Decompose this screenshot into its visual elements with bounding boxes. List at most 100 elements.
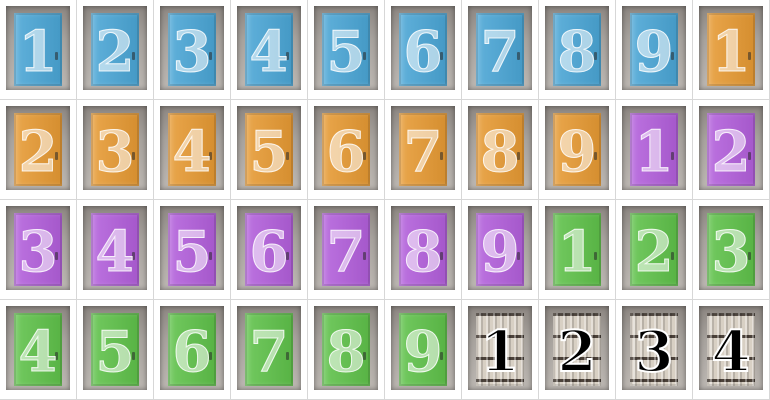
door-tile[interactable]: 3	[693, 200, 770, 300]
door-tile[interactable]: 4	[231, 0, 308, 100]
door-number: 3	[711, 219, 751, 286]
door-number: 9	[480, 219, 520, 286]
door-number: 4	[249, 19, 289, 86]
door-frame: 9	[545, 106, 609, 190]
door-number: 5	[249, 119, 289, 186]
door-number: 2	[634, 219, 674, 286]
door-tile[interactable]: 2	[77, 0, 154, 100]
door-frame: 7	[314, 206, 378, 290]
door-number: 4	[18, 319, 58, 386]
door-frame: 5	[160, 206, 224, 290]
door-tile[interactable]: 3	[0, 200, 77, 300]
door-number: 5	[95, 319, 135, 386]
door-number: 5	[172, 219, 212, 286]
door-tile[interactable]: 8	[385, 200, 462, 300]
door-tile[interactable]: 4	[0, 300, 77, 400]
door-number: 4	[172, 119, 212, 186]
door-number: 3	[634, 318, 675, 386]
door-number: 2	[18, 119, 58, 186]
door-number: 3	[172, 19, 212, 86]
door-frame: 4	[699, 306, 763, 390]
door-number: 9	[403, 319, 443, 386]
door-tile[interactable]: 9	[385, 300, 462, 400]
door-tile[interactable]: 8	[308, 300, 385, 400]
door-frame: 8	[468, 106, 532, 190]
door-frame: 3	[622, 306, 686, 390]
door-tile[interactable]: 6	[154, 300, 231, 400]
door-frame: 1	[699, 6, 763, 90]
door-frame: 7	[237, 306, 301, 390]
door-tile[interactable]: 4	[154, 100, 231, 200]
door-tile[interactable]: 2	[539, 300, 616, 400]
door-frame: 6	[391, 6, 455, 90]
door-frame: 9	[622, 6, 686, 90]
door-number: 4	[95, 219, 135, 286]
door-number: 1	[557, 219, 597, 286]
door-number: 8	[557, 19, 597, 86]
door-frame: 5	[83, 306, 147, 390]
door-frame: 1	[545, 206, 609, 290]
door-tile[interactable]: 9	[616, 0, 693, 100]
door-tile[interactable]: 5	[77, 300, 154, 400]
door-number: 8	[480, 119, 520, 186]
door-number: 6	[172, 319, 212, 386]
door-frame: 3	[83, 106, 147, 190]
door-number: 8	[403, 219, 443, 286]
door-frame: 2	[83, 6, 147, 90]
door-tile[interactable]: 5	[154, 200, 231, 300]
door-frame: 7	[391, 106, 455, 190]
door-tile[interactable]: 2	[0, 100, 77, 200]
door-tile[interactable]: 9	[539, 100, 616, 200]
door-tile[interactable]: 1	[0, 0, 77, 100]
door-tile[interactable]: 3	[616, 300, 693, 400]
door-number: 7	[480, 19, 520, 86]
door-number: 1	[711, 19, 751, 86]
door-tile[interactable]: 4	[77, 200, 154, 300]
door-tile[interactable]: 7	[385, 100, 462, 200]
door-tile[interactable]: 7	[462, 0, 539, 100]
door-frame: 6	[237, 206, 301, 290]
door-tile[interactable]: 1	[539, 200, 616, 300]
door-frame: 4	[6, 306, 70, 390]
door-frame: 2	[699, 106, 763, 190]
door-frame: 4	[160, 106, 224, 190]
door-tile[interactable]: 6	[308, 100, 385, 200]
door-tile[interactable]: 1	[462, 300, 539, 400]
door-number: 4	[711, 318, 752, 386]
door-tile[interactable]: 7	[231, 300, 308, 400]
door-tile[interactable]: 9	[462, 200, 539, 300]
door-tile[interactable]: 8	[539, 0, 616, 100]
door-frame: 8	[545, 6, 609, 90]
door-number: 2	[557, 318, 598, 386]
door-frame: 2	[622, 206, 686, 290]
door-frame: 1	[622, 106, 686, 190]
door-frame: 6	[160, 306, 224, 390]
door-tile[interactable]: 8	[462, 100, 539, 200]
door-frame: 6	[314, 106, 378, 190]
door-frame: 1	[468, 306, 532, 390]
door-number: 9	[557, 119, 597, 186]
door-tile[interactable]: 2	[693, 100, 770, 200]
door-number: 1	[634, 119, 674, 186]
door-tile[interactable]: 1	[616, 100, 693, 200]
door-frame: 4	[83, 206, 147, 290]
door-tile[interactable]: 2	[616, 200, 693, 300]
door-tile[interactable]: 3	[77, 100, 154, 200]
door-frame: 2	[545, 306, 609, 390]
door-tile[interactable]: 1	[693, 0, 770, 100]
door-tile[interactable]: 7	[308, 200, 385, 300]
door-tile[interactable]: 5	[308, 0, 385, 100]
door-number: 3	[18, 219, 58, 286]
door-tile[interactable]: 6	[385, 0, 462, 100]
door-frame: 3	[699, 206, 763, 290]
door-frame: 9	[468, 206, 532, 290]
door-number: 1	[480, 318, 521, 386]
door-grid: 1234567891234567891234567891234567891234	[0, 0, 770, 400]
door-frame: 5	[314, 6, 378, 90]
door-number: 6	[326, 119, 366, 186]
door-tile[interactable]: 5	[231, 100, 308, 200]
door-tile[interactable]: 6	[231, 200, 308, 300]
door-tile[interactable]: 3	[154, 0, 231, 100]
door-number: 7	[403, 119, 443, 186]
door-tile[interactable]: 4	[693, 300, 770, 400]
